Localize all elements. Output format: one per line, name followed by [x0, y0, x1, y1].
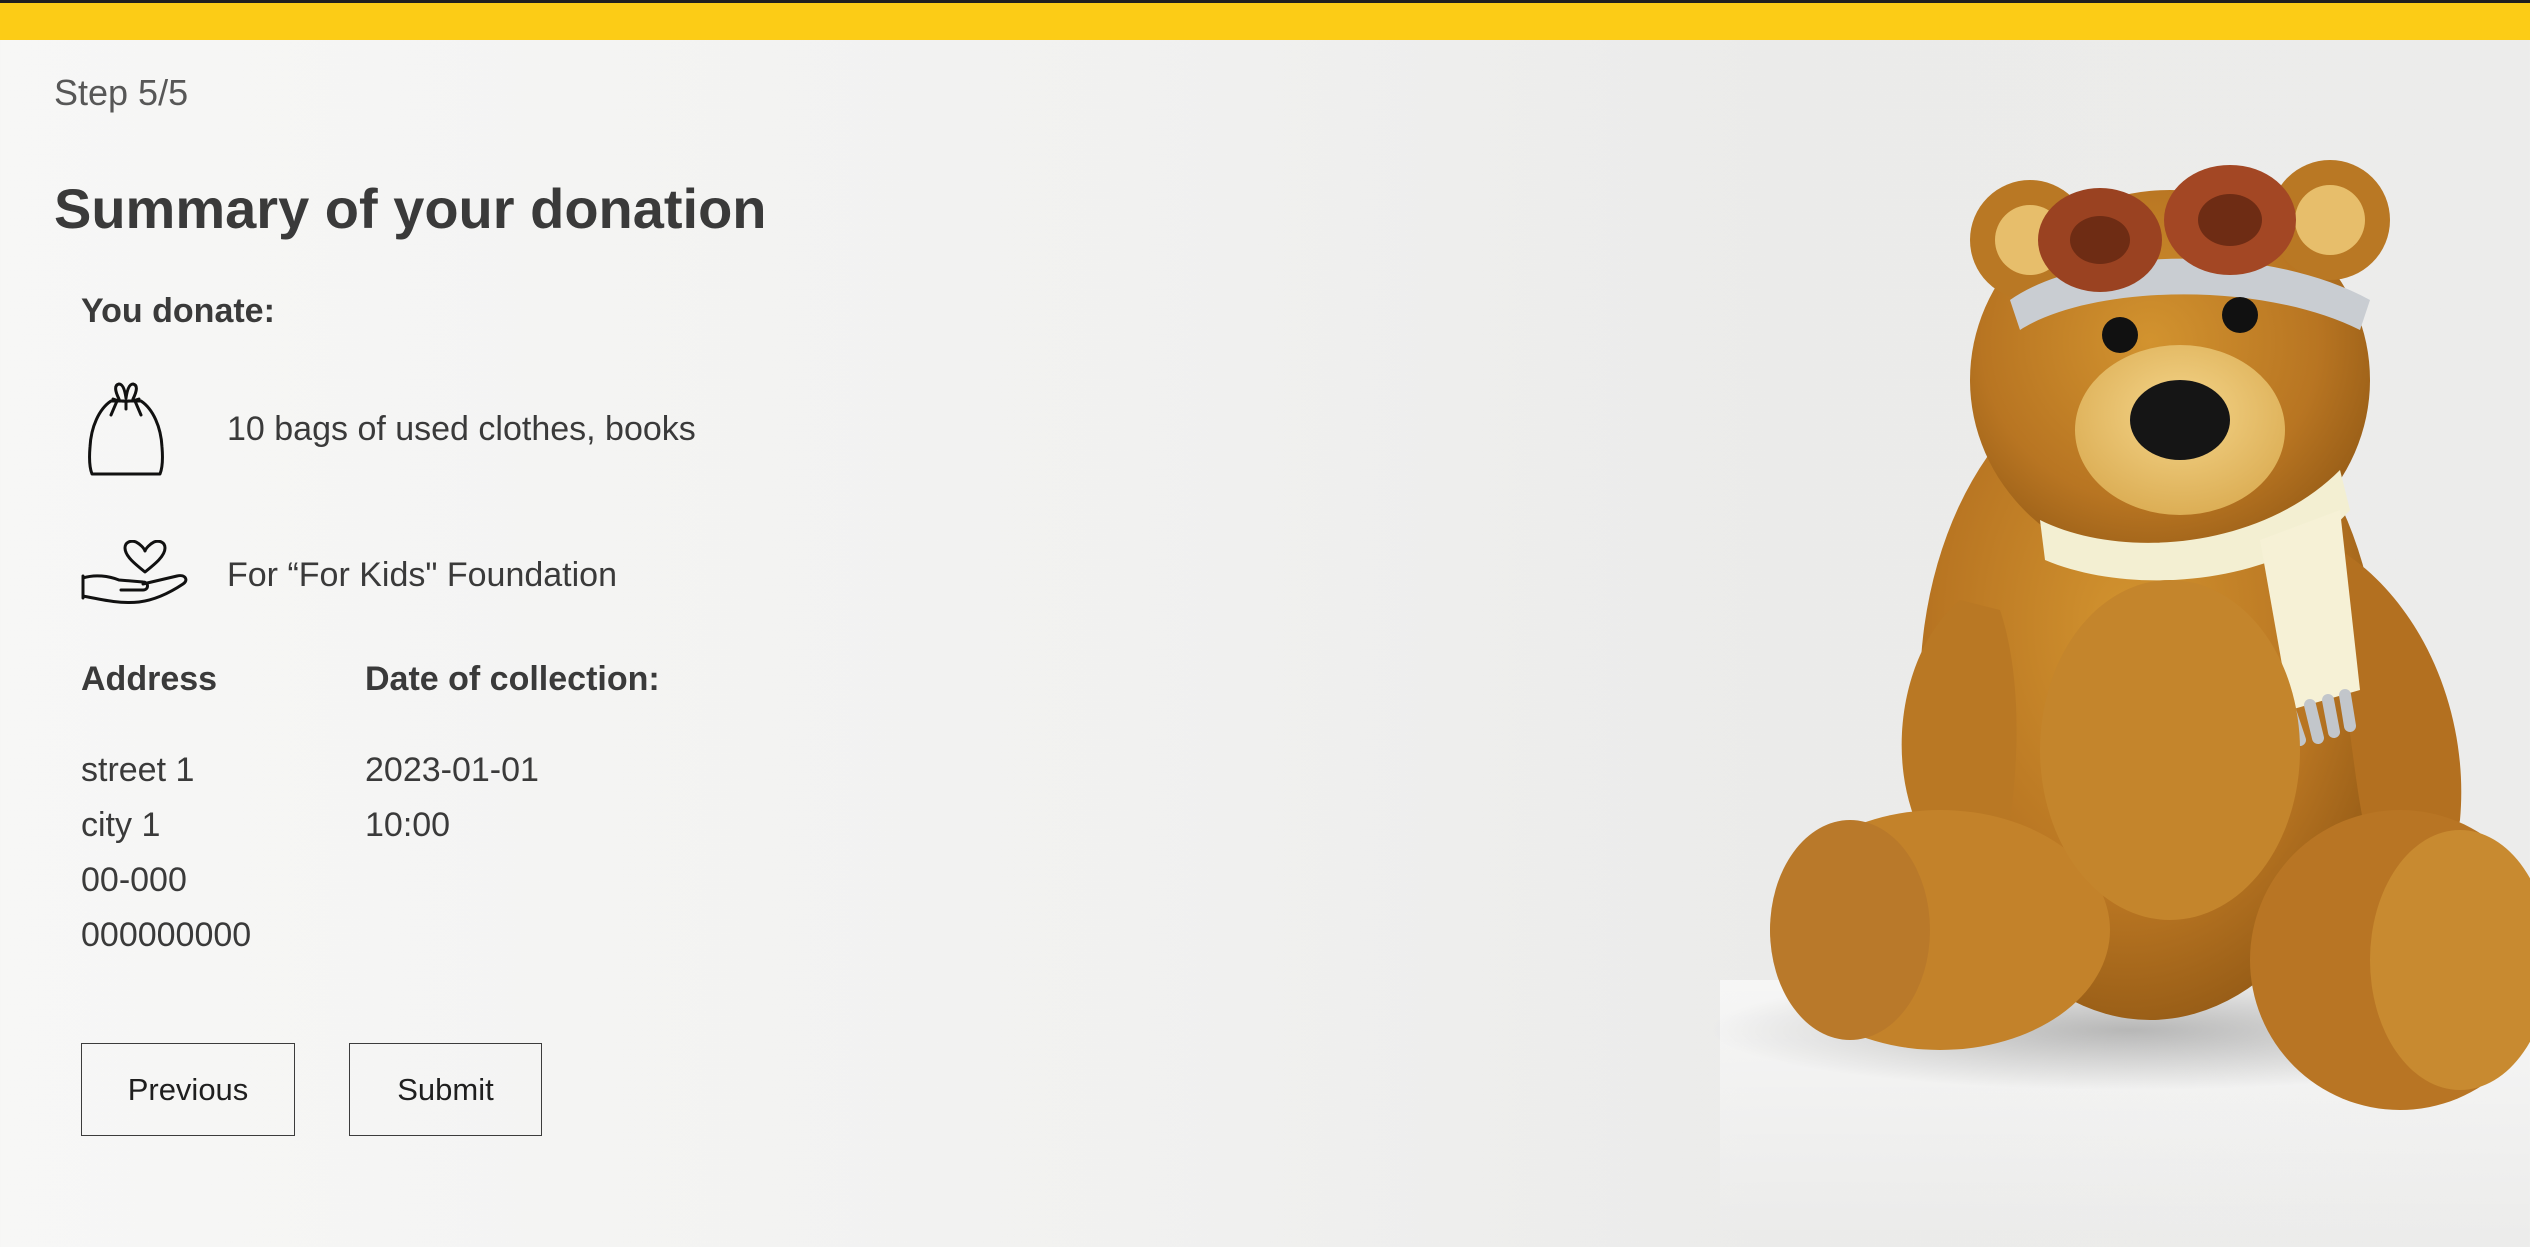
address-street: street 1	[81, 751, 195, 789]
step-indicator: Step 5/5	[54, 72, 189, 113]
you-donate-label: You donate:	[81, 292, 275, 330]
address-postcode: 00-000	[81, 861, 187, 899]
top-accent-bar	[0, 0, 2530, 40]
address-section: Address street 1 city 1 00-000 000000000	[81, 660, 251, 963]
bag-icon	[81, 374, 191, 484]
donation-items-row: 10 bags of used clothes, books	[81, 374, 696, 484]
address-city: city 1	[81, 806, 161, 844]
previous-button[interactable]: Previous	[81, 1043, 295, 1136]
collection-date-section: Date of collection: 2023-01-01 10:00	[365, 660, 660, 853]
page-title: Summary of your donation	[54, 177, 767, 240]
address-label: Address	[81, 660, 218, 698]
hand-heart-icon	[81, 520, 191, 630]
foundation-text: For “For Kids" Foundation	[227, 555, 618, 594]
donation-items-text: 10 bags of used clothes, books	[227, 409, 696, 448]
submit-button[interactable]: Submit	[349, 1043, 542, 1136]
teddy-bear-illustration	[1700, 130, 2530, 1242]
address-phone: 000000000	[81, 916, 252, 954]
collection-date: 2023-01-01	[365, 751, 539, 789]
foundation-row: For “For Kids" Foundation	[81, 520, 617, 630]
collection-date-label: Date of collection:	[365, 660, 660, 698]
collection-time: 10:00	[365, 806, 451, 844]
